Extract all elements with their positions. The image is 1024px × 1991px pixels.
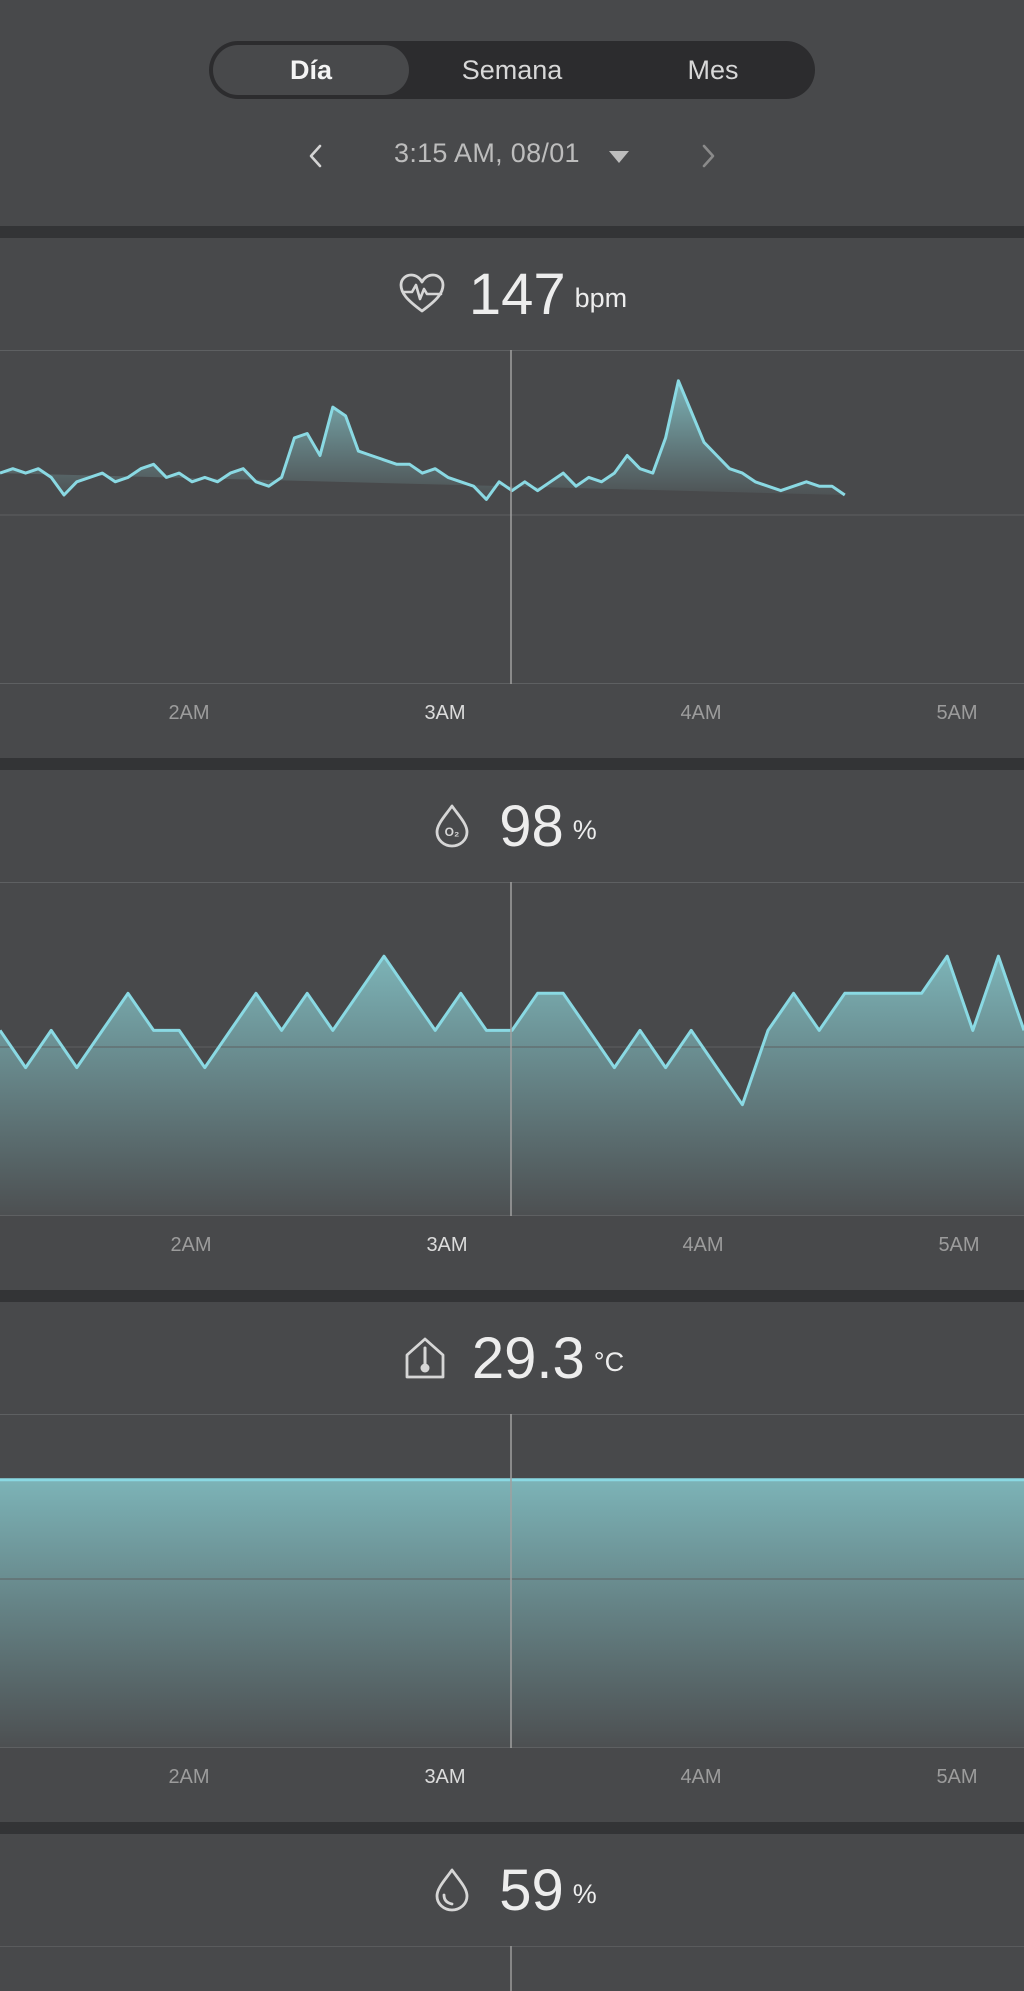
oxygen-value: 98: [499, 793, 564, 859]
caret-down-icon[interactable]: [604, 142, 634, 172]
section-divider: [0, 1290, 1024, 1302]
tab-day[interactable]: Día: [213, 45, 409, 95]
area-fill: [0, 1479, 1024, 1748]
tick-label: 2AM: [168, 702, 210, 724]
humidity-metric: 59 %: [0, 1834, 1024, 1946]
oxygen-chart[interactable]: [0, 882, 1024, 1216]
section-divider: [0, 1822, 1024, 1834]
chevron-right-icon: [702, 144, 715, 168]
temperature-metric: 29.3 °C: [0, 1302, 1024, 1414]
tab-week[interactable]: Semana: [414, 45, 610, 95]
tick-label: 4AM: [680, 702, 722, 724]
tick-label: 4AM: [680, 1766, 722, 1788]
heart-rate-icon: [399, 273, 445, 313]
tick-label: 5AM: [938, 1234, 980, 1256]
heart-rate-panel: 147 bpm 2AM 3AM 4AM 5AM: [0, 238, 1024, 758]
period-segmented-control: Día Semana Mes: [209, 41, 815, 99]
oxygen-drop-icon: O₂: [435, 804, 469, 848]
humidity-drop-icon: [435, 1868, 469, 1912]
tab-month[interactable]: Mes: [615, 45, 811, 95]
humidity-value: 59: [499, 1857, 564, 1923]
tick-label: 2AM: [168, 1766, 210, 1788]
heart-rate-time-axis: 2AM 3AM 4AM 5AM: [0, 684, 1024, 748]
oxygen-unit: %: [572, 815, 597, 845]
humidity-chart[interactable]: [0, 1946, 1024, 1991]
tick-label: 3AM: [426, 1234, 468, 1256]
house-thermometer-icon: [405, 1337, 445, 1379]
temperature-unit: °C: [593, 1347, 625, 1377]
selected-date-label[interactable]: 3:15 AM, 08/01: [394, 138, 580, 169]
period-header: Día Semana Mes 3:15 AM, 08/01: [0, 0, 1024, 226]
previous-date-button[interactable]: [290, 130, 342, 182]
section-divider: [0, 758, 1024, 770]
chevron-left-icon: [309, 144, 322, 168]
tick-label: 2AM: [170, 1234, 212, 1256]
area-fill: [0, 956, 1024, 1216]
oxygen-metric: O₂ 98 %: [0, 770, 1024, 882]
tick-label: 3AM: [424, 702, 466, 724]
humidity-panel: 59 %: [0, 1834, 1024, 1991]
date-navigator: 3:15 AM, 08/01: [0, 130, 1024, 182]
temperature-panel: 29.3 °C 2AM 3AM 4AM 5AM: [0, 1302, 1024, 1822]
section-divider: [0, 226, 1024, 238]
oxygen-panel: O₂ 98 % 2AM 3AM 4AM 5AM: [0, 770, 1024, 1290]
oxygen-time-axis: 2AM 3AM 4AM 5AM: [0, 1216, 1024, 1280]
heart-rate-chart[interactable]: [0, 350, 1024, 684]
heart-rate-value: 147: [468, 261, 566, 327]
svg-text:O₂: O₂: [445, 825, 460, 839]
tick-label: 5AM: [936, 1766, 978, 1788]
heart-rate-unit: bpm: [574, 283, 628, 313]
temperature-chart[interactable]: [0, 1414, 1024, 1748]
temperature-value: 29.3: [471, 1325, 585, 1391]
temperature-time-axis: 2AM 3AM 4AM 5AM: [0, 1748, 1024, 1812]
next-date-button[interactable]: [682, 130, 734, 182]
area-fill: [0, 380, 845, 500]
tick-label: 3AM: [424, 1766, 466, 1788]
tick-label: 5AM: [936, 702, 978, 724]
heart-rate-metric: 147 bpm: [0, 238, 1024, 350]
humidity-unit: %: [572, 1879, 597, 1909]
tick-label: 4AM: [682, 1234, 724, 1256]
